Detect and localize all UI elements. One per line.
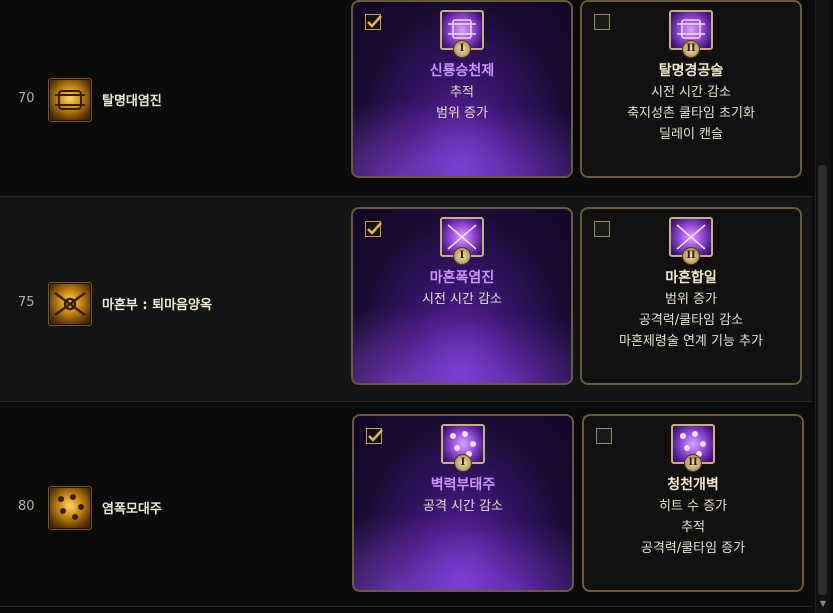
- desc-line: 히트 수 증가: [658, 499, 728, 514]
- option-card[interactable]: II 마혼합일 범위 증가 공격력/쿨타임 감소 마혼제령술 연계 기능 추가: [580, 207, 802, 385]
- option-description: 시전 시간 감소: [353, 289, 571, 310]
- rune-icon: I: [440, 217, 484, 265]
- desc-line: 축지성촌 쿨타임 초기화: [627, 106, 755, 121]
- skill-row-75: 75 마혼부 : 퇴마음양옥 I 마혼폭염진 시전 시간 감소 II 마혼합일 …: [0, 197, 812, 402]
- selected-checkbox[interactable]: [365, 221, 382, 237]
- vertical-scrollbar[interactable]: ▼: [815, 0, 830, 613]
- rune-icon: I: [441, 424, 485, 472]
- option-description: 범위 증가 공격력/쿨타임 감소 마혼제령술 연계 기능 추가: [582, 289, 800, 352]
- option-card-selected[interactable]: I 벽력부태주 공격 시간 감소: [352, 414, 574, 592]
- desc-line: 마혼제령술 연계 기능 추가: [619, 334, 763, 349]
- skill-row-70: 70 탈명대염진 I 신룡승천제 추적 범위 증가 II 탈명경공술 시전 시간…: [0, 0, 812, 197]
- rune-icon: II: [671, 424, 715, 472]
- desc-line: 시전 시간 감소: [421, 292, 503, 307]
- tier-badge: I: [454, 454, 472, 472]
- desc-line: 추적: [450, 85, 474, 100]
- desc-line: 범위 증가: [436, 106, 488, 121]
- checkbox[interactable]: [594, 14, 610, 30]
- option-card[interactable]: II 탈명경공술 시전 시간 감소 축지성촌 쿨타임 초기화 딜레이 캔슬: [580, 0, 802, 178]
- rune-icon: II: [669, 10, 713, 58]
- option-card-selected[interactable]: I 신룡승천제 추적 범위 증가: [351, 0, 573, 178]
- tier-badge: II: [684, 454, 702, 472]
- scroll-down-arrow-icon[interactable]: ▼: [816, 598, 830, 610]
- selected-checkbox[interactable]: [365, 14, 382, 30]
- skill-icon-flame-array: [48, 78, 92, 122]
- checkbox[interactable]: [596, 428, 612, 444]
- desc-line: 범위 증가: [665, 292, 717, 307]
- tier-badge: I: [453, 247, 471, 265]
- selected-checkbox[interactable]: [366, 428, 383, 444]
- option-title: 신룡승천제: [429, 63, 495, 79]
- desc-line: 시전 시간 감소: [650, 85, 732, 100]
- skill-level: 80: [18, 499, 35, 514]
- scrollbar-thumb[interactable]: [818, 165, 827, 595]
- skill-name: 탈명대염진: [102, 94, 162, 109]
- desc-line: 공격력/쿨타임 감소: [638, 313, 744, 328]
- tier-badge: I: [453, 40, 471, 58]
- skill-icon-talisman: [48, 282, 92, 326]
- skill-level: 70: [18, 91, 35, 106]
- option-title: 벽력부태주: [430, 477, 496, 493]
- option-card-selected[interactable]: I 마혼폭염진 시전 시간 감소: [351, 207, 573, 385]
- option-title: 마혼폭염진: [429, 270, 495, 286]
- tier-badge: II: [682, 247, 700, 265]
- option-description: 시전 시간 감소 축지성촌 쿨타임 초기화 딜레이 캔슬: [582, 82, 800, 145]
- desc-line: 딜레이 캔슬: [659, 127, 723, 142]
- tier-badge: II: [682, 40, 700, 58]
- rune-icon: II: [669, 217, 713, 265]
- option-description: 히트 수 증가 추적 공격력/쿨타임 증가: [584, 496, 802, 559]
- desc-line: 공격 시간 감소: [422, 499, 504, 514]
- desc-line: 공격력/쿨타임 증가: [640, 541, 746, 556]
- desc-line: 추적: [681, 520, 705, 535]
- skill-name: 마혼부 : 퇴마음양옥: [102, 298, 212, 313]
- option-description: 추적 범위 증가: [353, 82, 571, 124]
- option-title: 마혼합일: [665, 270, 717, 286]
- skill-icon-orbs: [48, 486, 92, 530]
- option-card[interactable]: II 청천개벽 히트 수 증가 추적 공격력/쿨타임 증가: [582, 414, 804, 592]
- rune-icon: I: [440, 10, 484, 58]
- skill-name: 염폭모대주: [102, 502, 162, 517]
- skill-row-80: 80 염폭모대주 I 벽력부태주 공격 시간 감소 II 청천개벽 히트 수 증…: [0, 402, 812, 607]
- option-title: 청천개벽: [667, 477, 719, 493]
- option-description: 공격 시간 감소: [354, 496, 572, 517]
- checkbox[interactable]: [594, 221, 610, 237]
- option-title: 탈명경공술: [658, 63, 724, 79]
- skill-level: 75: [18, 295, 35, 310]
